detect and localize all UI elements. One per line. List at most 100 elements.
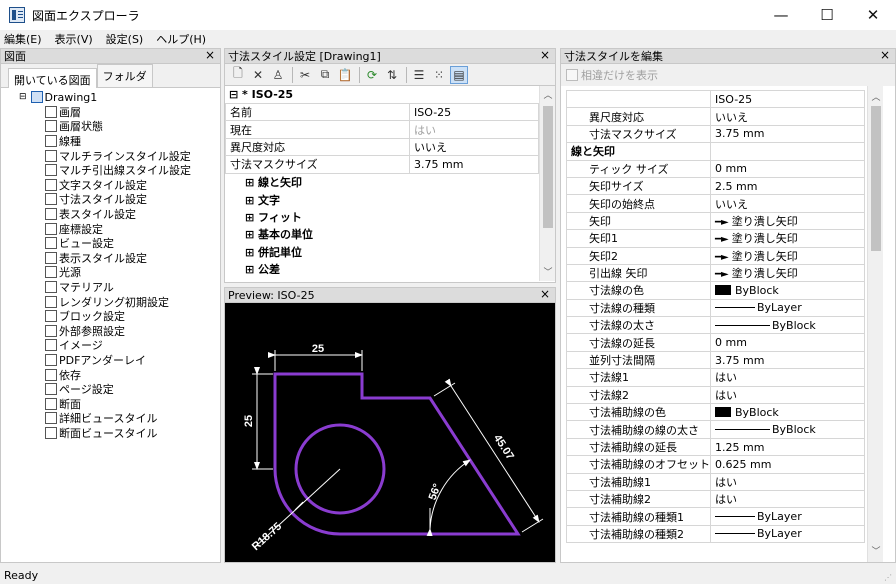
- table-row[interactable]: 寸法補助線の色 ByBlock: [566, 403, 865, 422]
- delete-icon[interactable]: ✕: [249, 66, 267, 84]
- prop-value[interactable]: 3.75 mm: [409, 155, 539, 174]
- group-row[interactable]: ⊞ 線と矢印: [225, 174, 555, 191]
- dim-style-panel-close-icon[interactable]: ×: [540, 48, 550, 62]
- scroll-thumb[interactable]: [543, 106, 553, 228]
- table-row[interactable]: 異尺度対応 いいえ: [566, 107, 865, 126]
- tab-open-drawings[interactable]: 開いている図面: [8, 68, 97, 88]
- prop-value[interactable]: ByLayer: [710, 298, 865, 318]
- table-row[interactable]: ISO-25: [566, 89, 865, 109]
- prop-value[interactable]: ISO-25: [710, 89, 865, 109]
- prop-value[interactable]: 0 mm: [710, 333, 865, 352]
- table-row[interactable]: 引出線 矢印 ━► 塗り潰し矢印: [566, 263, 865, 283]
- tree-item[interactable]: 表示スタイル設定: [1, 251, 220, 266]
- prop-value[interactable]: ━► 塗り潰し矢印: [710, 229, 865, 248]
- table-row[interactable]: 矢印サイズ 2.5 mm: [566, 176, 865, 196]
- collapse-icon[interactable]: ⊟: [19, 92, 27, 102]
- prop-value[interactable]: 0 mm: [710, 159, 865, 178]
- prop-value[interactable]: ByLayer: [710, 507, 865, 526]
- preview-panel-close-icon[interactable]: ×: [540, 287, 550, 301]
- copy-icon[interactable]: ⧉: [316, 66, 334, 84]
- prop-value[interactable]: 0.625 mm: [710, 455, 865, 474]
- cut-icon[interactable]: ✂: [296, 66, 314, 84]
- refresh-icon[interactable]: ⟳: [363, 66, 381, 84]
- menu-edit[interactable]: 編集(E): [4, 31, 42, 47]
- prop-value[interactable]: [710, 142, 865, 161]
- minimize-button[interactable]: —: [758, 0, 804, 30]
- group-row[interactable]: ⊞ フィット: [225, 208, 555, 225]
- prop-value[interactable]: ByLayer: [710, 524, 865, 544]
- tree-item[interactable]: 外部参照設定: [1, 324, 220, 339]
- prop-value[interactable]: ━► 塗り潰し矢印: [710, 263, 865, 283]
- table-row[interactable]: 寸法線の種類 ByLayer: [566, 298, 865, 318]
- scroll-up-icon[interactable]: ︿: [540, 88, 555, 102]
- prop-value[interactable]: はい: [710, 472, 865, 491]
- tree-item[interactable]: PDFアンダーレイ: [1, 353, 220, 368]
- style-header[interactable]: ⊟ * ISO-25: [225, 86, 555, 103]
- group-row[interactable]: ⊞ 併記単位: [225, 243, 555, 260]
- tree-item[interactable]: レンダリング初期設定: [1, 294, 220, 309]
- tree-item[interactable]: 寸法スタイル設定: [1, 192, 220, 207]
- prop-value[interactable]: はい: [710, 489, 865, 509]
- prop-value[interactable]: ━► 塗り潰し矢印: [710, 211, 865, 231]
- group-row[interactable]: ⊞ 文字: [225, 191, 555, 208]
- table-row[interactable]: 寸法補助線のオフセット 0.625 mm: [566, 455, 865, 474]
- tree-item[interactable]: ビュー設定: [1, 236, 220, 251]
- purge-icon[interactable]: ♙: [269, 66, 287, 84]
- group-row[interactable]: ⊞ 公差: [225, 261, 555, 278]
- table-row[interactable]: 名前 ISO-25: [225, 102, 539, 122]
- prop-value[interactable]: はい: [710, 385, 865, 405]
- tree-item[interactable]: ブロック設定: [1, 309, 220, 324]
- tree-item[interactable]: 画層: [1, 105, 220, 120]
- dim-edit-panel-close-icon[interactable]: ×: [880, 48, 890, 62]
- menu-view[interactable]: 表示(V): [55, 31, 93, 47]
- close-button[interactable]: ✕: [850, 0, 896, 30]
- table-row[interactable]: 寸法線1 はい: [566, 368, 865, 387]
- maximize-button[interactable]: ☐: [804, 0, 850, 30]
- tree-item[interactable]: マルチ引出線スタイル設定: [1, 163, 220, 178]
- tree-item[interactable]: イメージ: [1, 338, 220, 353]
- table-row[interactable]: 寸法補助線の延長 1.25 mm: [566, 437, 865, 457]
- scroll-down-icon[interactable]: ﹀: [868, 544, 884, 558]
- table-row[interactable]: ティック サイズ 0 mm: [566, 159, 865, 178]
- prop-value[interactable]: はい: [710, 368, 865, 387]
- prop-value[interactable]: ByBlock: [710, 281, 865, 300]
- prop-value[interactable]: いいえ: [710, 107, 865, 126]
- swap-icon[interactable]: ⇅: [383, 66, 401, 84]
- table-row[interactable]: 寸法線2 はい: [566, 385, 865, 405]
- icon-view-icon[interactable]: ⁙: [430, 66, 448, 84]
- table-row[interactable]: 矢印の始終点 いいえ: [566, 194, 865, 213]
- tree-item[interactable]: 表スタイル設定: [1, 207, 220, 222]
- table-row[interactable]: 矢印2 ━► 塗り潰し矢印: [566, 246, 865, 265]
- prop-value[interactable]: 2.5 mm: [710, 176, 865, 196]
- table-row[interactable]: 線と矢印: [566, 142, 865, 161]
- list-view-icon[interactable]: ☰: [410, 66, 428, 84]
- tree-item[interactable]: 断面: [1, 396, 220, 411]
- prop-value[interactable]: 1.25 mm: [710, 437, 865, 457]
- prop-value[interactable]: ByBlock: [710, 420, 865, 439]
- group-row[interactable]: ⊞ 基本の単位: [225, 226, 555, 243]
- table-row[interactable]: 寸法補助線の種類2 ByLayer: [566, 524, 865, 544]
- table-row[interactable]: 寸法補助線1 はい: [566, 472, 865, 491]
- paste-icon[interactable]: 📋: [336, 66, 354, 84]
- table-row[interactable]: 寸法補助線の線の太さ ByBlock: [566, 420, 865, 439]
- tree-item[interactable]: 画層状態: [1, 119, 220, 134]
- table-row[interactable]: 寸法線の太さ ByBlock: [566, 316, 865, 335]
- drawings-panel-close-icon[interactable]: ×: [205, 48, 215, 62]
- diff-only-option[interactable]: 相違だけを表示: [561, 64, 895, 86]
- tree-item[interactable]: 線種: [1, 134, 220, 149]
- table-row[interactable]: 現在 はい: [225, 120, 539, 139]
- prop-value[interactable]: 3.75 mm: [710, 350, 865, 370]
- right-scrollbar[interactable]: ︿ ﹀: [867, 86, 883, 562]
- scroll-down-icon[interactable]: ﹀: [540, 265, 555, 279]
- tree-item[interactable]: 詳細ビュースタイル: [1, 411, 220, 426]
- table-row[interactable]: 並列寸法間隔 3.75 mm: [566, 350, 865, 370]
- prop-value[interactable]: はい: [409, 120, 539, 139]
- tree-root[interactable]: ⊟ Drawing1: [1, 90, 220, 105]
- tree-item[interactable]: ページ設定: [1, 382, 220, 397]
- tree-item[interactable]: 依存: [1, 367, 220, 382]
- tree-item[interactable]: マテリアル: [1, 280, 220, 295]
- table-row[interactable]: 寸法補助線2 はい: [566, 489, 865, 509]
- scroll-up-icon[interactable]: ︿: [868, 90, 884, 104]
- prop-value[interactable]: ━► 塗り潰し矢印: [710, 246, 865, 265]
- prop-value[interactable]: ByBlock: [710, 316, 865, 335]
